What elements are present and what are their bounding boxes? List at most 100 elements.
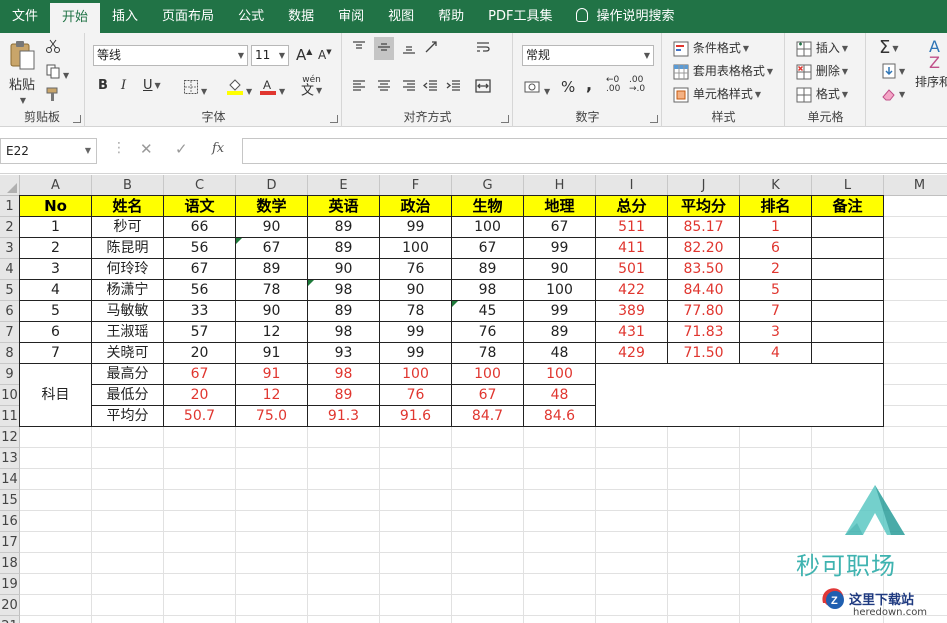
cell[interactable]	[812, 448, 884, 469]
table-cell[interactable]: 100	[452, 217, 524, 238]
table-cell[interactable]: 1	[20, 217, 92, 238]
table-cell[interactable]: 关晓可	[92, 343, 164, 364]
cell[interactable]	[236, 427, 308, 448]
table-cell[interactable]: 98	[308, 280, 380, 301]
tab-9[interactable]: PDF工具集	[476, 0, 564, 33]
table-cell[interactable]: 90	[236, 301, 308, 322]
table-cell[interactable]: 90	[236, 217, 308, 238]
cell[interactable]	[884, 343, 947, 364]
table-cell[interactable]: 89	[452, 259, 524, 280]
table-cell[interactable]: 99	[524, 238, 596, 259]
cell[interactable]	[524, 595, 596, 616]
cell[interactable]	[884, 259, 947, 280]
table-cell[interactable]: 100	[380, 238, 452, 259]
table-cell[interactable]	[812, 217, 884, 238]
table-header-cell[interactable]: No	[20, 196, 92, 217]
table-cell[interactable]: 67	[164, 259, 236, 280]
cell[interactable]	[92, 616, 164, 623]
table-header-cell[interactable]: 生物	[452, 196, 524, 217]
align-center-button[interactable]	[376, 78, 392, 97]
row-header[interactable]: 17	[0, 532, 20, 553]
cell[interactable]	[20, 574, 92, 595]
cell[interactable]	[380, 553, 452, 574]
number-launcher-icon[interactable]	[650, 115, 658, 123]
cell[interactable]	[596, 427, 668, 448]
table-cell[interactable]: 99	[380, 343, 452, 364]
cell[interactable]	[308, 616, 380, 623]
wrap-text-button[interactable]	[475, 39, 491, 58]
clear-button[interactable]: ▼	[881, 86, 905, 102]
table-cell[interactable]: 78	[380, 301, 452, 322]
table-cell[interactable]: 429	[596, 343, 668, 364]
cell[interactable]	[668, 553, 740, 574]
formula-input[interactable]	[242, 138, 947, 164]
font-launcher-icon[interactable]	[330, 115, 338, 123]
table-cell[interactable]: 7	[740, 301, 812, 322]
tab-7[interactable]: 视图	[376, 0, 426, 33]
select-all-corner[interactable]	[0, 175, 20, 196]
cell-styles-button[interactable]: 单元格样式 ▼	[673, 85, 761, 103]
fill-color-button[interactable]: ▼	[226, 77, 252, 98]
table-cell[interactable]: 76	[452, 322, 524, 343]
table-cell[interactable]: 89	[236, 259, 308, 280]
cell[interactable]	[668, 511, 740, 532]
cell[interactable]	[380, 574, 452, 595]
cell[interactable]	[884, 280, 947, 301]
bottom-align-button[interactable]	[401, 39, 417, 58]
tab-6[interactable]: 审阅	[326, 0, 376, 33]
cell[interactable]	[668, 574, 740, 595]
tell-me-search[interactable]: 操作说明搜索	[564, 0, 686, 33]
decrease-decimal-button[interactable]: .00 →.0	[629, 76, 645, 94]
table-cell[interactable]: 45	[452, 301, 524, 322]
enter-icon[interactable]: ✓	[175, 140, 188, 158]
cell[interactable]	[164, 448, 236, 469]
cell[interactable]	[308, 553, 380, 574]
table-cell[interactable]: 1	[740, 217, 812, 238]
table-cell[interactable]: 84.7	[452, 406, 524, 427]
font-color-button[interactable]: A ▼	[259, 77, 285, 98]
cell[interactable]	[884, 364, 947, 385]
table-cell[interactable]: 2	[20, 238, 92, 259]
table-cell[interactable]: 100	[452, 364, 524, 385]
column-header[interactable]: H	[524, 175, 596, 196]
tab-3[interactable]: 页面布局	[150, 0, 226, 33]
table-cell[interactable]: 48	[524, 385, 596, 406]
table-cell[interactable]: 82.20	[668, 238, 740, 259]
table-cell[interactable]: 71.50	[668, 343, 740, 364]
cell[interactable]	[236, 532, 308, 553]
column-header[interactable]: A	[20, 175, 92, 196]
cell[interactable]	[524, 553, 596, 574]
table-cell[interactable]	[812, 322, 884, 343]
cell[interactable]	[596, 469, 668, 490]
cell[interactable]	[236, 553, 308, 574]
table-cell[interactable]: 90	[380, 280, 452, 301]
cell[interactable]	[524, 616, 596, 623]
grow-font-button[interactable]: A▲	[296, 46, 312, 64]
row-header[interactable]: 13	[0, 448, 20, 469]
conditional-formatting-button[interactable]: 条件格式 ▼	[673, 39, 749, 57]
table-cell[interactable]: 90	[524, 259, 596, 280]
column-header[interactable]: G	[452, 175, 524, 196]
cell[interactable]	[92, 511, 164, 532]
column-header[interactable]: I	[596, 175, 668, 196]
cell[interactable]	[308, 448, 380, 469]
align-right-button[interactable]	[401, 78, 417, 97]
cell[interactable]	[236, 511, 308, 532]
copy-button[interactable]: ▼	[45, 63, 69, 82]
column-header[interactable]: C	[164, 175, 236, 196]
cell[interactable]	[452, 595, 524, 616]
cell[interactable]	[380, 490, 452, 511]
delete-cells-button[interactable]: 删除 ▼	[796, 62, 848, 80]
number-format-select[interactable]: 常规 ▼	[522, 45, 654, 66]
cell[interactable]	[668, 532, 740, 553]
column-header[interactable]: D	[236, 175, 308, 196]
table-header-cell[interactable]: 政治	[380, 196, 452, 217]
table-cell[interactable]: 98	[308, 364, 380, 385]
autosum-button[interactable]: Σ ▼	[879, 37, 899, 58]
accounting-button[interactable]: ▼	[524, 79, 550, 98]
cell[interactable]	[524, 469, 596, 490]
tab-8[interactable]: 帮助	[426, 0, 476, 33]
cell[interactable]	[164, 427, 236, 448]
table-cell[interactable]: 99	[380, 217, 452, 238]
cell[interactable]	[596, 595, 668, 616]
